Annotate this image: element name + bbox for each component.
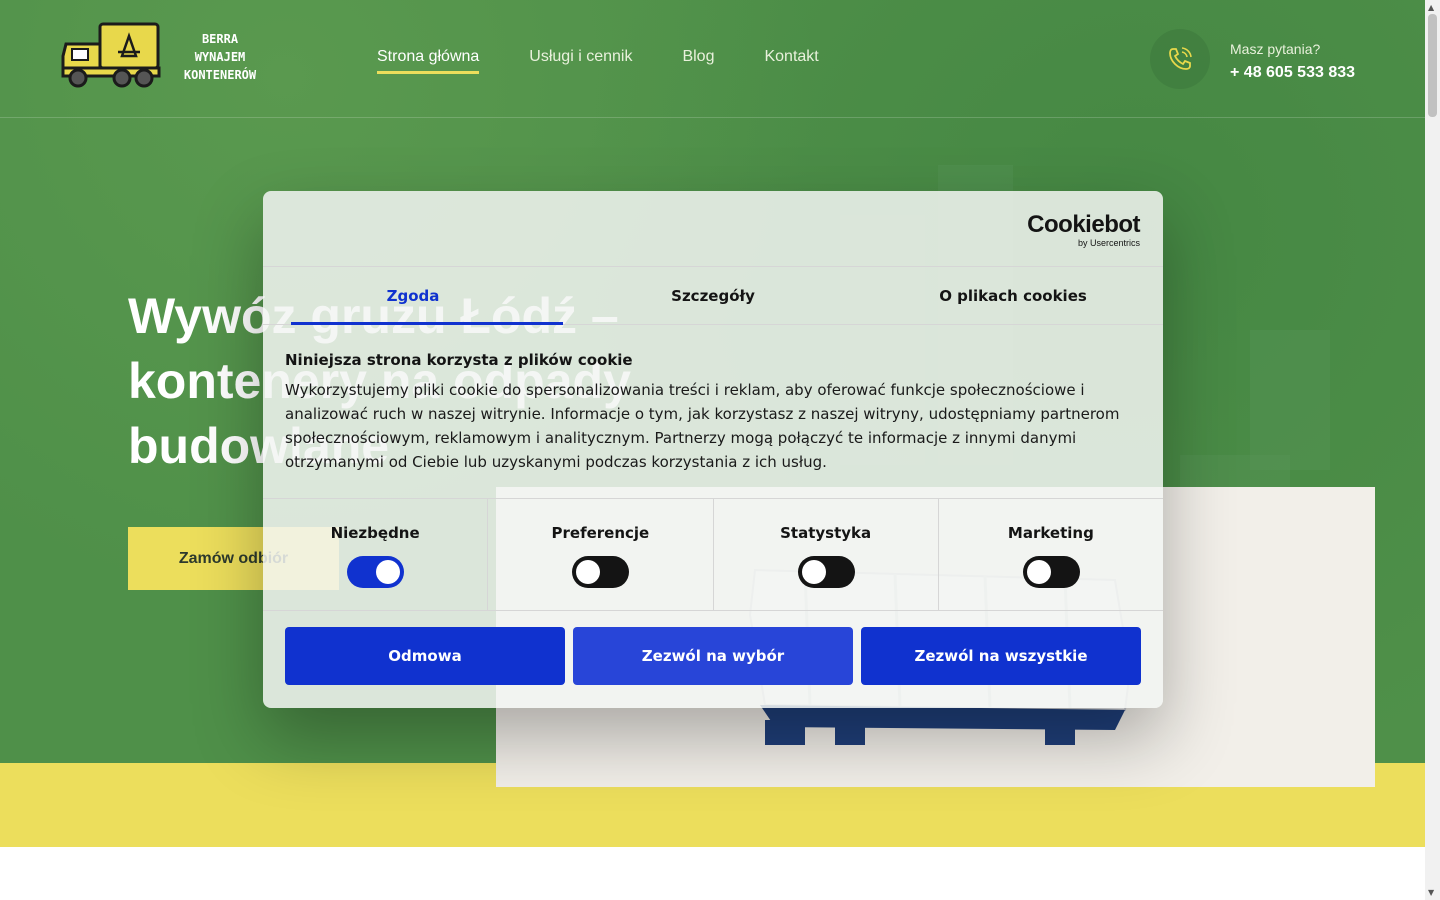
category-label: Preferencje bbox=[551, 524, 650, 542]
cookiebot-logo: Cookiebot by Usercentrics bbox=[1027, 211, 1140, 249]
allow-all-button[interactable]: Zezwól na wszystkie bbox=[861, 627, 1141, 685]
cookiebot-brand: Cookiebot bbox=[1027, 211, 1140, 238]
page-scrollbar[interactable]: ▲ ▼ bbox=[1425, 0, 1440, 900]
category-label: Statystyka bbox=[780, 524, 872, 542]
cookie-body-text: Wykorzystujemy pliki cookie do spersonal… bbox=[285, 381, 1120, 471]
necessary-toggle[interactable] bbox=[347, 556, 405, 588]
statistics-toggle[interactable] bbox=[797, 556, 855, 588]
site-header: BERRA WYNAJEM KONTENERÓW Strona główna U… bbox=[0, 0, 1425, 118]
phone-button[interactable] bbox=[1150, 29, 1210, 89]
category-necessary: Niezbędne bbox=[263, 499, 489, 610]
allow-selection-button[interactable]: Zezwól na wybór bbox=[573, 627, 853, 685]
scroll-up-arrow-icon[interactable]: ▲ bbox=[1428, 3, 1434, 12]
building-silhouette bbox=[1250, 330, 1330, 470]
category-preferences: Preferencje bbox=[488, 499, 714, 610]
cookie-consent-dialog: Cookiebot by Usercentrics Zgoda Szczegół… bbox=[263, 191, 1163, 708]
cookie-tabs: Zgoda Szczegóły O plikach cookies bbox=[263, 266, 1163, 325]
tab-details[interactable]: Szczegóły bbox=[563, 267, 863, 324]
nav-item-blog[interactable]: Blog bbox=[682, 48, 714, 66]
site-logo[interactable]: BERRA WYNAJEM KONTENERÓW bbox=[60, 22, 265, 90]
logo-line: BERRA bbox=[201, 32, 239, 46]
nav-item-home[interactable]: Strona główna bbox=[377, 48, 480, 74]
tab-consent[interactable]: Zgoda bbox=[263, 267, 563, 325]
scroll-down-arrow-icon[interactable]: ▼ bbox=[1428, 888, 1434, 897]
contact-question: Masz pytania? bbox=[1230, 41, 1321, 57]
cookie-buttons: Odmowa Zezwól na wybór Zezwól na wszystk… bbox=[285, 627, 1141, 685]
scrollbar-thumb[interactable] bbox=[1428, 14, 1437, 117]
marketing-toggle[interactable] bbox=[1022, 556, 1080, 588]
contact-phone-link[interactable]: + 48 605 533 833 bbox=[1230, 64, 1355, 82]
logo-line: KONTENERÓW bbox=[183, 68, 257, 82]
logo-text: BERRA WYNAJEM KONTENERÓW bbox=[180, 30, 260, 84]
category-statistics: Statystyka bbox=[714, 499, 939, 610]
cookie-heading: Niniejsza strona korzysta z plików cooki… bbox=[285, 351, 633, 369]
tab-about-cookies[interactable]: O plikach cookies bbox=[863, 267, 1163, 324]
category-marketing: Marketing bbox=[939, 499, 1163, 610]
nav-item-services[interactable]: Usługi i cennik bbox=[529, 48, 632, 66]
category-label: Marketing bbox=[1007, 524, 1094, 542]
preferences-toggle[interactable] bbox=[572, 556, 630, 588]
logo-line: WYNAJEM bbox=[194, 50, 246, 64]
cookiebot-brand-sub: by Usercentrics bbox=[1077, 238, 1140, 248]
main-nav: Strona główna Usługi i cennik Blog Konta… bbox=[377, 48, 819, 74]
deny-button[interactable]: Odmowa bbox=[285, 627, 565, 685]
category-label: Niezbędne bbox=[330, 524, 420, 542]
nav-item-contact[interactable]: Kontakt bbox=[764, 48, 818, 66]
garbage-truck-icon bbox=[61, 22, 161, 88]
phone-icon bbox=[1169, 47, 1192, 70]
cookie-category-toggles: Niezbędne Preferencje Statystyka Marketi… bbox=[263, 498, 1163, 611]
page: BERRA WYNAJEM KONTENERÓW Strona główna U… bbox=[0, 0, 1440, 900]
